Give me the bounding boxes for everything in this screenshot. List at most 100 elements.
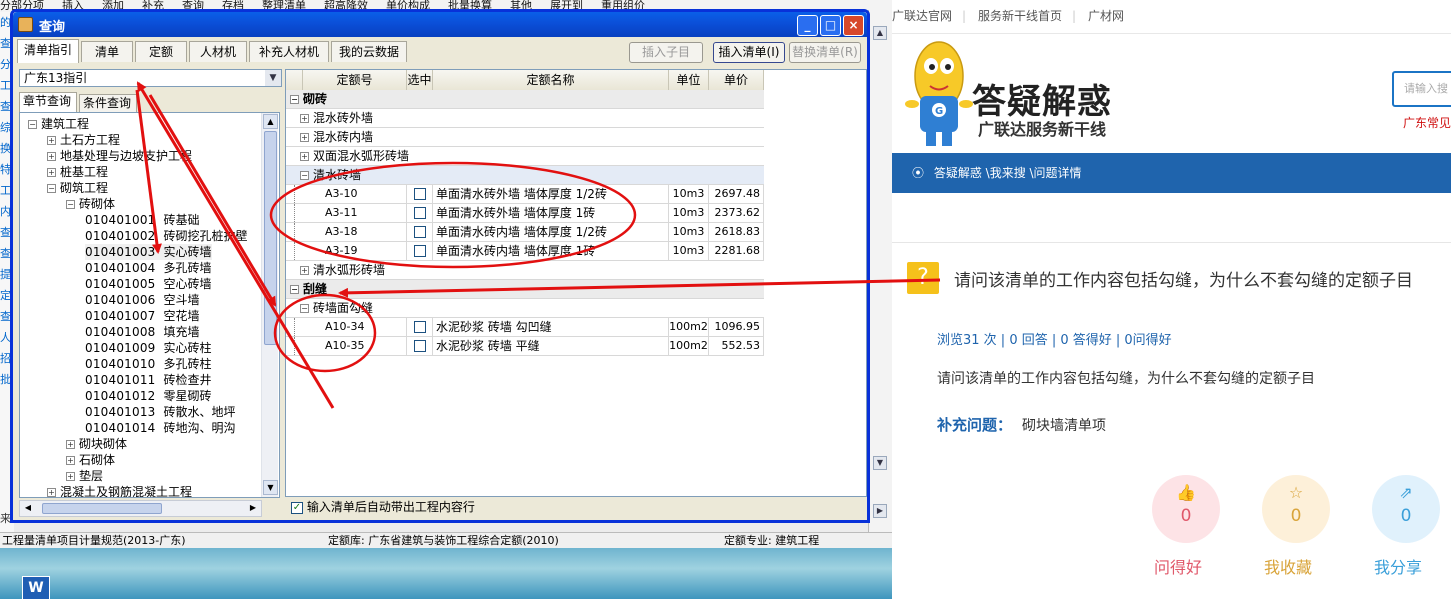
- tree-node[interactable]: − 建筑工程: [28, 116, 89, 132]
- checkbox-checked-icon[interactable]: ✓: [291, 501, 303, 514]
- expand-icon[interactable]: +: [300, 133, 309, 142]
- scroll-up-icon[interactable]: ▲: [873, 26, 887, 40]
- tree-item-010401010[interactable]: 010401010 多孔砖柱: [85, 356, 212, 372]
- select-cell[interactable]: [407, 242, 433, 260]
- tab-labor-material[interactable]: 人材机: [189, 41, 247, 62]
- tab-quota[interactable]: 定额: [135, 41, 187, 62]
- collapse-icon[interactable]: −: [66, 200, 75, 209]
- scroll-up-icon[interactable]: ▲: [263, 114, 278, 129]
- guide-library-select[interactable]: 广东13指引 ▼: [19, 69, 282, 87]
- quota-subgroup-row[interactable]: + 混水砖内墙: [286, 128, 764, 147]
- search-input[interactable]: 请输入搜: [1392, 71, 1451, 107]
- tree-vertical-scrollbar[interactable]: ▲ ▼: [261, 113, 278, 497]
- expand-icon[interactable]: +: [47, 136, 56, 145]
- expand-icon[interactable]: +: [47, 488, 56, 497]
- select-cell[interactable]: [407, 204, 433, 222]
- expand-icon[interactable]: +: [47, 152, 56, 161]
- tree-node[interactable]: + 地基处理与边坡支护工程: [47, 148, 192, 164]
- checkbox-unchecked-icon[interactable]: [413, 321, 426, 333]
- insert-child-button[interactable]: 插入子目: [629, 42, 703, 63]
- select-cell[interactable]: [407, 223, 433, 241]
- tree-horizontal-scrollbar[interactable]: ◀ ▶: [19, 500, 262, 517]
- breadcrumb[interactable]: 答疑解惑 \我来搜 \问题详情: [934, 166, 1082, 180]
- expand-icon[interactable]: +: [47, 168, 56, 177]
- expand-icon[interactable]: +: [300, 114, 309, 123]
- minimize-button[interactable]: _: [797, 15, 818, 36]
- tree-node[interactable]: + 土石方工程: [47, 132, 120, 148]
- quota-subgroup-row[interactable]: − 砖墙面勾缝: [286, 299, 764, 318]
- select-cell[interactable]: [407, 337, 433, 355]
- tree-item-010401008[interactable]: 010401008 填充墙: [85, 324, 200, 340]
- tree-item-010401012[interactable]: 010401012 零星砌砖: [85, 388, 212, 404]
- checkbox-unchecked-icon[interactable]: [413, 245, 426, 257]
- scroll-down-icon[interactable]: ▼: [263, 480, 278, 495]
- collapse-icon[interactable]: −: [300, 171, 309, 180]
- collapse-icon[interactable]: −: [290, 285, 299, 294]
- expand-icon[interactable]: +: [66, 440, 75, 449]
- checkbox-unchecked-icon[interactable]: [413, 207, 426, 219]
- select-cell[interactable]: [407, 185, 433, 203]
- collapse-icon[interactable]: −: [28, 120, 37, 129]
- quota-row-A10-35[interactable]: A10-35 水泥砂浆 砖墙 平缝 100m2 552.53: [286, 337, 764, 356]
- dialog-title-bar[interactable]: 查询 _ □ ×: [13, 12, 867, 37]
- maximize-button[interactable]: □: [820, 15, 841, 36]
- scroll-right-icon[interactable]: ▶: [873, 504, 887, 518]
- tree-item-010401011[interactable]: 010401011 砖检查井: [85, 372, 212, 388]
- quota-row-A3-19[interactable]: A3-19 单面清水砖内墙 墙体厚度 1砖 10m3 2281.68: [286, 242, 764, 261]
- grid-header-name[interactable]: 定额名称: [433, 70, 669, 90]
- collapse-icon[interactable]: −: [47, 184, 56, 193]
- quota-row-A3-10[interactable]: A3-10 单面清水砖外墙 墙体厚度 1/2砖 10m3 2697.48: [286, 185, 764, 204]
- expand-icon[interactable]: +: [300, 266, 309, 275]
- link-service-home[interactable]: 服务新干线首页: [978, 0, 1062, 32]
- scroll-down-icon[interactable]: ▼: [873, 456, 887, 470]
- quota-row-A3-18[interactable]: A3-18 单面清水砖内墙 墙体厚度 1/2砖 10m3 2618.83: [286, 223, 764, 242]
- word-app-icon[interactable]: W: [22, 576, 50, 600]
- quota-group-row[interactable]: − 砌砖: [286, 90, 764, 109]
- tree-item-010401003[interactable]: 010401003 实心砖墙: [85, 244, 212, 260]
- quota-subgroup-row[interactable]: + 混水砖外墙: [286, 109, 764, 128]
- expand-icon[interactable]: +: [66, 472, 75, 481]
- checkbox-unchecked-icon[interactable]: [413, 188, 426, 200]
- link-glodon-official[interactable]: 广联达官网: [892, 0, 952, 32]
- tree-item-010401014[interactable]: 010401014 砖地沟、明沟: [85, 420, 236, 436]
- quota-subgroup-row[interactable]: + 清水弧形砖墙: [286, 261, 764, 280]
- quota-subgroup-row[interactable]: + 双面混水弧形砖墙: [286, 147, 764, 166]
- tree-h-scroll-thumb[interactable]: [42, 503, 162, 514]
- quota-group-row[interactable]: − 刮缝: [286, 280, 764, 299]
- collapse-icon[interactable]: −: [290, 95, 299, 104]
- tree-item-010401001[interactable]: 010401001 砖基础: [85, 212, 200, 228]
- auto-bring-content-checkbox[interactable]: ✓ 输入清单后自动带出工程内容行: [291, 500, 475, 514]
- tree-node[interactable]: + 混凝土及钢筋混凝土工程: [47, 484, 192, 497]
- checkbox-unchecked-icon[interactable]: [413, 340, 426, 352]
- scroll-left-icon[interactable]: ◀: [21, 502, 35, 515]
- hot-search-link[interactable]: 广东常见: [1403, 114, 1451, 131]
- tab-supplement-labor-material[interactable]: 补充人材机: [249, 41, 329, 62]
- subtab-chapter-query[interactable]: 章节查询: [19, 92, 77, 112]
- replace-list-button[interactable]: 替换清单(R): [789, 42, 861, 63]
- tree-node[interactable]: − 砌筑工程: [47, 180, 108, 196]
- action-label[interactable]: 我收藏: [1264, 554, 1312, 578]
- tree-node[interactable]: + 垫层: [66, 468, 103, 484]
- tab-list-guide[interactable]: 清单指引: [17, 39, 79, 63]
- tree-node[interactable]: + 桩基工程: [47, 164, 108, 180]
- tree-item-010401007[interactable]: 010401007 空花墙: [85, 308, 200, 324]
- tree-item-010401005[interactable]: 010401005 空心砖墙: [85, 276, 212, 292]
- action-label[interactable]: 问得好: [1154, 554, 1202, 578]
- expand-icon[interactable]: +: [66, 456, 75, 465]
- action-like-button[interactable]: 👍 0: [1152, 475, 1220, 543]
- action-label[interactable]: 我分享: [1374, 554, 1422, 578]
- tree-item-010401013[interactable]: 010401013 砖散水、地坪: [85, 404, 236, 420]
- expand-icon[interactable]: +: [300, 152, 309, 161]
- tree-item-010401002[interactable]: 010401002 砖砌挖孔桩护壁: [85, 228, 248, 244]
- checkbox-unchecked-icon[interactable]: [413, 226, 426, 238]
- tree-item-010401009[interactable]: 010401009 实心砖柱: [85, 340, 212, 356]
- quota-row-A3-11[interactable]: A3-11 单面清水砖外墙 墙体厚度 1砖 10m3 2373.62: [286, 204, 764, 223]
- grid-header-select[interactable]: 选中: [407, 70, 433, 90]
- select-cell[interactable]: [407, 318, 433, 336]
- grid-header-unit[interactable]: 单位: [669, 70, 709, 90]
- subtab-condition-query[interactable]: 条件查询: [79, 94, 137, 112]
- grid-header-price[interactable]: 单价: [709, 70, 764, 90]
- link-material-site[interactable]: 广材网: [1088, 0, 1124, 32]
- quota-row-A10-34[interactable]: A10-34 水泥砂浆 砖墙 勾凹缝 100m2 1096.95: [286, 318, 764, 337]
- tree-scroll-thumb[interactable]: [264, 131, 277, 345]
